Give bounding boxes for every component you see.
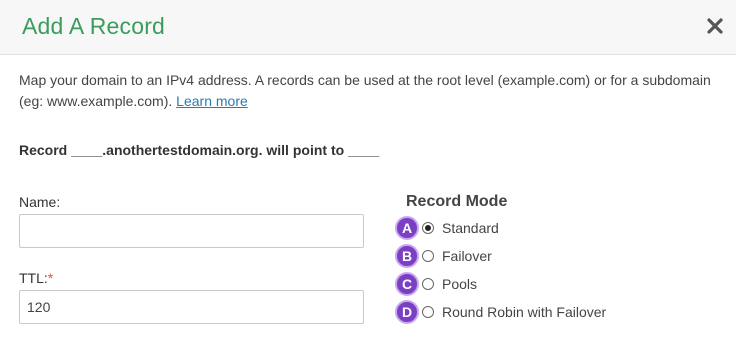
record-mode-option-round-robin-failover[interactable]: D Round Robin with Failover <box>395 300 695 324</box>
radio-failover[interactable] <box>422 250 434 262</box>
modal-header: Add A Record <box>0 0 736 55</box>
record-preview-line: Record ____.anothertestdomain.org. will … <box>19 142 380 158</box>
option-label: Pools <box>442 276 478 292</box>
name-label: Name: <box>19 194 61 210</box>
description-text: Map your domain to an IPv4 address. A re… <box>19 72 711 109</box>
record-mode-title: Record Mode <box>406 193 508 210</box>
name-input[interactable] <box>19 214 364 248</box>
modal-title: Add A Record <box>22 13 166 39</box>
required-mark: * <box>47 270 54 286</box>
add-record-modal: Add A Record Map your domain to an IPv4 … <box>0 0 736 351</box>
option-label: Failover <box>442 248 492 264</box>
ttl-label: TTL:* <box>19 270 53 286</box>
ttl-input[interactable] <box>19 290 364 324</box>
radio-standard[interactable] <box>422 222 434 234</box>
option-badge: C <box>395 272 419 296</box>
record-mode-option-pools[interactable]: C Pools <box>395 272 695 296</box>
radio-pools[interactable] <box>422 278 434 290</box>
ttl-label-text: TTL: <box>19 270 48 286</box>
option-badge: D <box>395 300 419 324</box>
option-label: Standard <box>442 220 499 236</box>
modal-description: Map your domain to an IPv4 address. A re… <box>19 70 719 112</box>
option-label: Round Robin with Failover <box>442 304 607 320</box>
record-mode-option-failover[interactable]: B Failover <box>395 244 695 268</box>
radio-round-robin-failover[interactable] <box>422 306 434 318</box>
option-badge: A <box>395 216 419 240</box>
close-icon[interactable] <box>703 14 727 38</box>
option-badge: B <box>395 244 419 268</box>
learn-more-link[interactable]: Learn more <box>176 93 248 109</box>
record-mode-option-standard[interactable]: A Standard <box>395 216 695 240</box>
